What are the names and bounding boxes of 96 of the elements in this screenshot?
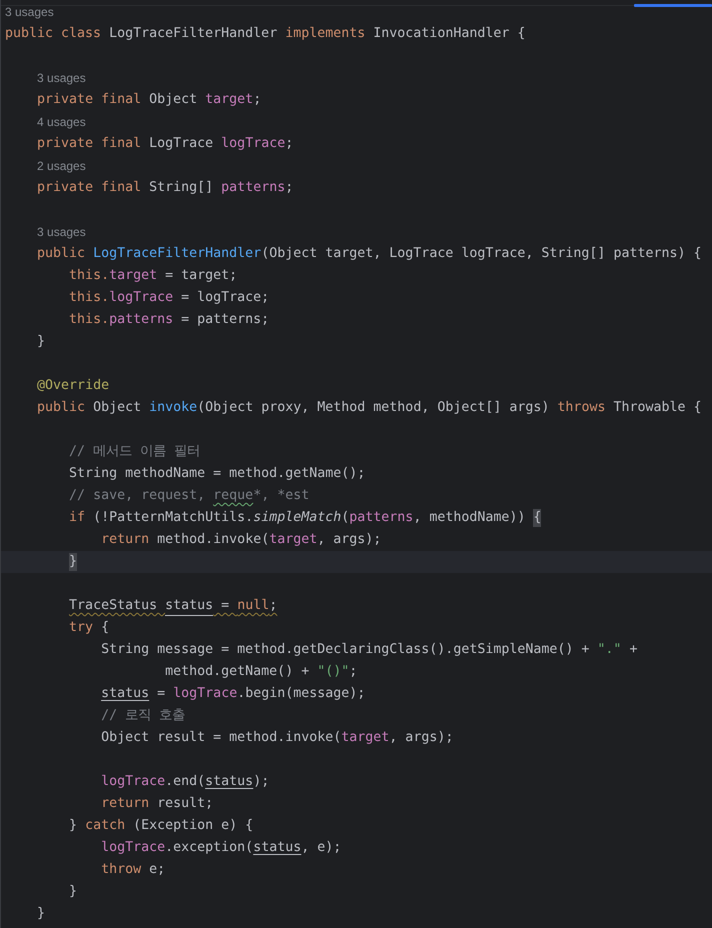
keyword: this. [69, 289, 110, 307]
code-text: { [100, 619, 110, 637]
keyword: private final [37, 135, 142, 153]
keyword: private final [37, 91, 142, 109]
code-text: status [205, 773, 254, 791]
field-name: patterns [109, 311, 174, 329]
field-name: patterns [349, 509, 414, 527]
code-text: } [37, 333, 46, 351]
field-name: logTrace [109, 289, 174, 307]
matched-brace: { [533, 509, 542, 527]
field-name: logTrace [221, 135, 286, 153]
code-text: , methodName)) [413, 509, 526, 527]
usages-hint[interactable]: 3 usages [37, 225, 86, 239]
code-text: Throwable { [612, 399, 702, 417]
matched-brace: } [69, 553, 78, 571]
code-text: (Object target, LogTrace logTrace, String[] patterns) { [261, 245, 702, 263]
keyword: try [69, 619, 94, 637]
code-text: = patterns; [180, 311, 270, 329]
annotation: @Override [37, 377, 110, 395]
code-text: , args); [389, 729, 454, 747]
code-text: Object [148, 91, 198, 109]
static-method-call: simpleMatch [253, 509, 342, 527]
keyword: null [237, 597, 270, 615]
code-text: result; [156, 795, 214, 813]
keyword: return [101, 795, 150, 813]
keyword: catch [85, 817, 126, 835]
code-text: ( [341, 509, 350, 527]
usages-hint[interactable]: 2 usages [37, 159, 86, 173]
field-name: target [269, 531, 318, 549]
code-text: status [165, 596, 214, 616]
code-comment: *, *est [253, 487, 310, 505]
code-text: (!PatternMatchUtils. [92, 509, 254, 527]
code-text: method.invoke( [156, 531, 270, 549]
field-name: logTrace [101, 839, 166, 857]
usages-hint[interactable]: 3 usages [5, 5, 54, 19]
code-comment: reque [213, 487, 254, 505]
keyword: implements [285, 25, 366, 43]
field-name: logTrace [173, 685, 238, 703]
keyword: private final [37, 179, 142, 197]
code-text: e; [148, 861, 166, 879]
code-text: ); [253, 773, 270, 791]
code-text: status [253, 839, 302, 857]
code-text: InvocationHandler { [372, 25, 526, 43]
code-text: + [628, 641, 638, 659]
keyword: throws [557, 399, 606, 417]
code-text: ; [253, 91, 262, 109]
code-text: (Exception e) { [132, 817, 254, 835]
keyword: throw [101, 861, 142, 879]
code-text: } [69, 883, 78, 901]
code-text: } [69, 817, 78, 835]
code-comment: // 로직 호출 [101, 707, 186, 725]
code-text: ; [285, 135, 294, 153]
code-text: String message = method.getDeclaringClass().getSimpleName() + [101, 641, 590, 659]
code-text: .exception( [165, 839, 254, 857]
code-text: = target; [164, 267, 238, 285]
keyword: this. [69, 267, 110, 285]
code-text: = [156, 685, 166, 703]
code-text: String methodName = method.getName(); [69, 465, 366, 483]
code-text: TraceStatus [69, 597, 158, 615]
code-text: ; [285, 179, 294, 197]
code-text: (Object proxy, Method method, Object[] args) [197, 399, 550, 417]
method-name: LogTraceFilterHandler [93, 245, 262, 263]
code-text: .begin(message); [237, 685, 366, 703]
keyword: public [37, 245, 86, 263]
keyword: if [69, 509, 86, 527]
field-name: target [109, 267, 158, 285]
code-comment: // save, request, [69, 487, 206, 505]
keyword: return [101, 531, 150, 549]
code-text: ; [349, 663, 358, 681]
code-text: = [220, 597, 230, 615]
field-name: patterns [221, 179, 286, 197]
code-text: ; [269, 597, 278, 615]
code-text: , args); [317, 531, 382, 549]
code-text: Object [92, 399, 142, 417]
keyword: public [37, 399, 86, 417]
code-text: = logTrace; [180, 289, 270, 307]
string-literal: "()" [317, 663, 350, 681]
code-text: LogTraceFilterHandler [108, 25, 278, 43]
code-text: } [37, 905, 46, 923]
usages-hint[interactable]: 4 usages [37, 115, 86, 129]
code-text: String[] [148, 179, 214, 197]
code-text: Object result = method.invoke( [101, 729, 342, 747]
method-name: invoke [149, 399, 198, 417]
code-text: LogTrace [148, 135, 214, 153]
code-text: , e); [301, 839, 342, 857]
usages-hint[interactable]: 3 usages [37, 71, 86, 85]
keyword: this. [69, 311, 110, 329]
code-text: .end( [165, 773, 206, 791]
field-name: logTrace [101, 773, 166, 791]
field-name: target [341, 729, 390, 747]
field-name: target [205, 91, 254, 109]
code-comment: // 메서드 이름 필터 [69, 443, 200, 461]
code-text: method.getName() + [165, 663, 310, 681]
keyword: public class [5, 25, 102, 43]
code-text: status [101, 685, 150, 703]
string-literal: "." [597, 641, 622, 659]
